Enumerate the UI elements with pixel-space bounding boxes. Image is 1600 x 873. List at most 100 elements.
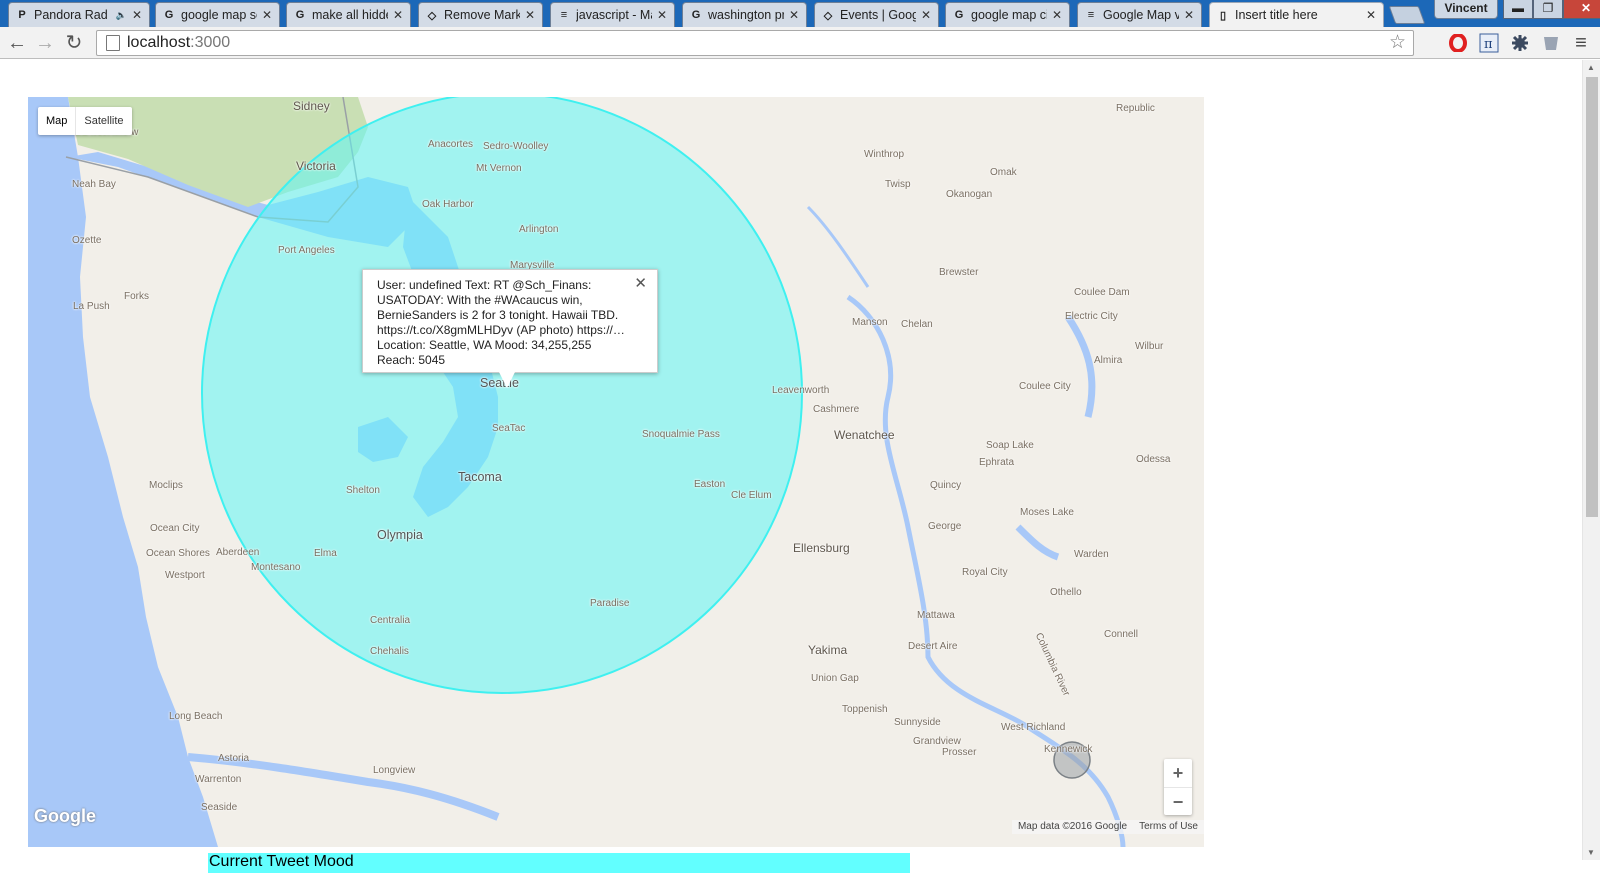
browser-tab[interactable]: Gmake all hidde ✕	[286, 2, 411, 27]
tab-close-icon[interactable]: ✕	[392, 8, 404, 22]
zoom-control: + −	[1164, 759, 1192, 815]
map-place-label: Victoria	[296, 159, 336, 173]
map-place-label: Kennewick	[1044, 744, 1093, 755]
scroll-down-arrow-icon[interactable]: ▼	[1587, 848, 1595, 857]
browser-tab[interactable]: ≡ javascript - Mar ✕	[550, 2, 675, 27]
map-place-label: Oak Harbor	[422, 199, 474, 210]
map-place-label: Othello	[1050, 587, 1082, 598]
svg-text:π: π	[1484, 37, 1493, 52]
map-place-label: Ocean Shores	[146, 548, 210, 559]
reload-button[interactable]: ↻	[62, 31, 86, 55]
map-place-label: Omak	[990, 167, 1017, 178]
map-data-attribution: Map data ©2016 Google	[1017, 821, 1128, 832]
map-place-label: Grandview	[913, 736, 961, 747]
new-tab-button[interactable]	[1388, 6, 1426, 24]
tab-close-icon[interactable]: ✕	[1183, 8, 1195, 22]
map-place-label: Toppenish	[842, 704, 888, 715]
gear-extension-icon[interactable]	[1509, 32, 1531, 54]
map-place-label: Chelan	[901, 319, 933, 330]
tab-close-icon[interactable]: ✕	[920, 8, 932, 22]
map-place-label: Shelton	[346, 485, 380, 496]
google-map[interactable]: SidneyPort RenfrewAnacortesSedro-Woolley…	[28, 97, 1204, 847]
map-place-label: Royal City	[962, 567, 1008, 578]
map-place-label: Mt Vernon	[476, 163, 522, 174]
tab-close-icon[interactable]: ✕	[1365, 8, 1377, 22]
tab-title: washington pri	[708, 8, 784, 22]
browser-tab[interactable]: P Pandora Rad 🔈 ✕	[8, 2, 150, 27]
map-place-label: Aberdeen	[216, 547, 260, 558]
map-place-label: Republic	[1116, 103, 1155, 114]
map-place-label: Manson	[852, 317, 888, 328]
tab-favicon-icon: ◇	[823, 9, 833, 22]
tab-close-icon[interactable]: ✕	[524, 8, 536, 22]
map-place-label: Astoria	[218, 753, 250, 764]
terms-of-use-link[interactable]: Terms of Use	[1139, 820, 1198, 834]
map-place-label: Wilbur	[1135, 341, 1164, 352]
map-place-label: Mattawa	[917, 610, 955, 621]
tab-favicon-icon: G	[164, 9, 174, 21]
tab-title: Remove Marke	[444, 8, 520, 22]
info-window-close-icon[interactable]: ✕	[634, 276, 647, 291]
url-text[interactable]: localhost:3000	[127, 34, 230, 52]
minimize-button[interactable]: ▬	[1503, 0, 1533, 19]
tab-title: google map se	[181, 8, 257, 22]
browser-tab[interactable]: ▯ Insert title here ✕	[1209, 2, 1384, 27]
map-place-label: Warrenton	[195, 774, 242, 785]
browser-tab[interactable]: Ggoogle map se ✕	[155, 2, 280, 27]
map-place-label: Tacoma	[458, 470, 502, 484]
tweet-info-window: User: undefined Text: RT @Sch_Finans: US…	[362, 269, 658, 388]
map-place-label: Cashmere	[813, 404, 860, 415]
browser-tab[interactable]: ◇ Remove Marke ✕	[418, 2, 543, 27]
restore-button[interactable]: ❐	[1533, 0, 1563, 19]
map-place-label: Snoqualmie Pass	[642, 429, 720, 440]
map-type-map-button[interactable]: Map	[38, 107, 75, 135]
map-place-label: Desert Aire	[908, 641, 958, 652]
tab-close-icon[interactable]: ✕	[788, 8, 800, 22]
chrome-menu-icon[interactable]: ≡	[1570, 32, 1592, 54]
tab-favicon-icon: G	[691, 9, 701, 21]
map-place-label: Long Beach	[169, 711, 223, 722]
browser-tab[interactable]: Gwashington pri ✕	[682, 2, 807, 27]
tab-close-icon[interactable]: ✕	[1051, 8, 1063, 22]
page-scrollbar[interactable]: ▲ ▼	[1582, 60, 1600, 860]
browser-tab[interactable]: ≡ Google Map v3 ✕	[1077, 2, 1202, 27]
map-place-label: Ephrata	[979, 457, 1015, 468]
cup-extension-icon[interactable]	[1540, 32, 1562, 54]
google-logo[interactable]: Google	[34, 806, 96, 827]
map-place-label: Odessa	[1136, 454, 1171, 465]
map-place-label: Twisp	[885, 179, 911, 190]
back-button[interactable]: ←	[5, 31, 29, 55]
info-window-text: User: undefined Text: RT @Sch_Finans: US…	[377, 278, 625, 367]
map-place-label: Chehalis	[370, 646, 409, 657]
profile-button[interactable]: Vincent	[1434, 0, 1498, 19]
map-place-label: Wenatchee	[834, 428, 895, 442]
tab-close-icon[interactable]: ✕	[656, 8, 668, 22]
page-icon	[106, 35, 120, 51]
tab-title: Insert title here	[1235, 8, 1318, 22]
scroll-up-arrow-icon[interactable]: ▲	[1587, 63, 1595, 72]
address-bar[interactable]: localhost:3000 ☆	[96, 30, 1414, 56]
map-place-label: Westport	[165, 570, 205, 581]
scrollbar-thumb[interactable]	[1586, 77, 1598, 517]
browser-tab[interactable]: ◇ Events | Goog ✕	[814, 2, 939, 27]
tab-favicon-icon: ≡	[560, 9, 568, 21]
opera-extension-icon[interactable]	[1447, 32, 1469, 54]
tab-audio-icon[interactable]: 🔈	[116, 10, 127, 21]
map-place-label: Soap Lake	[986, 440, 1034, 451]
bookmark-star-icon[interactable]: ☆	[1389, 33, 1406, 53]
tab-close-icon[interactable]: ✕	[131, 8, 143, 22]
map-place-label: Brewster	[939, 267, 979, 278]
zoom-in-button[interactable]: +	[1164, 759, 1192, 787]
map-place-label: Ocean City	[150, 523, 200, 534]
browser-tab[interactable]: Ggoogle map cir ✕	[945, 2, 1070, 27]
zoom-out-button[interactable]: −	[1164, 787, 1192, 815]
window-close-button[interactable]: ✕	[1563, 0, 1600, 19]
tab-close-icon[interactable]: ✕	[261, 8, 273, 22]
map-type-satellite-button[interactable]: Satellite	[75, 107, 131, 135]
forward-button[interactable]: →	[33, 31, 57, 55]
map-place-label: Moclips	[149, 480, 183, 491]
map-place-label: Port Angeles	[278, 245, 335, 256]
tab-title: Google Map v3	[1103, 8, 1179, 22]
map-place-label: Longview	[373, 765, 416, 776]
pi-extension-icon[interactable]: π	[1478, 32, 1500, 54]
